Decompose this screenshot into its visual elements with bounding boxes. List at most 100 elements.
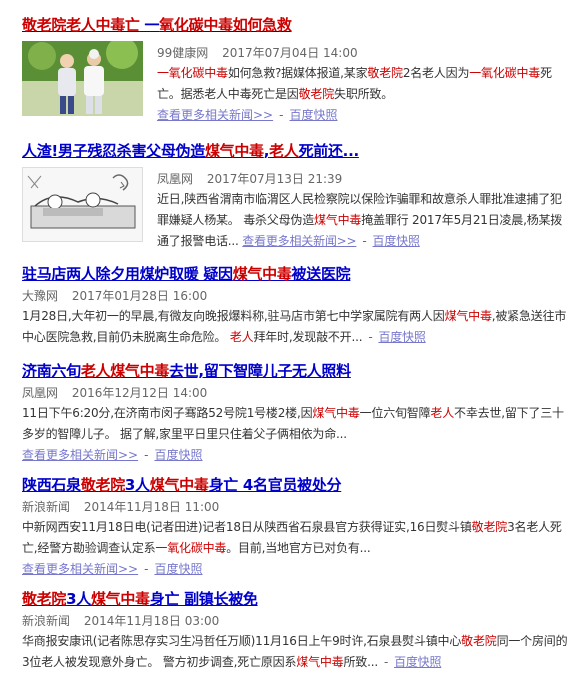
text-segment: 3人	[66, 590, 91, 608]
text-segment: 身亡 4名官员被处分	[208, 476, 342, 494]
result-thumbnail[interactable]	[22, 167, 143, 242]
separator: -	[362, 234, 367, 248]
result-source: 新浪新闻	[22, 500, 71, 514]
highlighted-keyword: 煤气中毒	[296, 655, 344, 669]
text-segment: 一位六旬智障	[359, 406, 431, 420]
text-segment: 拜年时,发现敲不开...	[253, 330, 363, 344]
text-segment: 死前还...	[298, 142, 360, 160]
snapshot-link[interactable]: 百度快照	[378, 330, 425, 344]
result-snippet: 近日,陕西省渭南市临渭区人民检察院以保险诈骗罪和故意杀人罪批准逮捕了犯罪嫌疑人杨…	[157, 189, 570, 252]
result-source: 新浪新闻	[22, 614, 71, 628]
result-date: 2017年07月04日 14:00	[222, 46, 358, 60]
result-meta: 新浪新闻 2014年11月18日 11:00	[22, 498, 570, 516]
more-news-link[interactable]: 查看更多相关新闻>>	[242, 234, 356, 248]
separator: -	[383, 655, 389, 669]
separator: -	[368, 330, 373, 344]
highlighted-keyword: 老人	[430, 406, 455, 420]
text-segment: 11日下午6:20分,在济南市闵子骞路52号院1号楼2楼,因	[22, 406, 313, 420]
text-segment: 济南六旬	[22, 362, 81, 380]
separator: -	[144, 448, 149, 462]
result-links: 查看更多相关新闻>> - 百度快照	[22, 445, 570, 465]
result-source: 99健康网	[157, 46, 209, 60]
highlighted-keyword: 敬老院	[22, 590, 67, 608]
snapshot-link[interactable]: 百度快照	[154, 562, 202, 576]
result-body: 凤凰网 2017年07月13日 21:39 近日,陕西省渭南市临渭区人民检察院以…	[22, 167, 570, 252]
text-segment: 失职所致。	[334, 87, 394, 101]
result-text: 凤凰网 2017年07月13日 21:39 近日,陕西省渭南市临渭区人民检察院以…	[157, 167, 570, 252]
highlighted-keyword: 敬老院	[471, 520, 508, 534]
cartoon-illustration-image	[23, 168, 142, 241]
text-segment: 。目前,当地官方已对负有...	[226, 541, 371, 555]
result-date: 2017年01月28日 16:00	[71, 289, 208, 303]
result-meta: 凤凰网 2017年07月13日 21:39	[157, 170, 570, 188]
text-segment: 1月28日,大年初一的早晨,有微友向晚报爆料称,驻马店市第七中学家属院有两人因	[22, 309, 445, 323]
separator: -	[144, 562, 149, 576]
more-news-link[interactable]: 查看更多相关新闻>>	[22, 562, 138, 576]
text-segment: 人渣!男子残忍杀害父母伪造	[22, 142, 205, 160]
highlighted-keyword: 敬老院	[298, 87, 335, 101]
result-source: 大豫网	[22, 289, 59, 303]
more-news-link[interactable]: 查看更多相关新闻>>	[22, 448, 138, 462]
result-title-link[interactable]: 陕西石泉敬老院3人煤气中毒身亡 4名官员被处分	[22, 474, 570, 495]
highlighted-keyword: 敬老院	[80, 476, 125, 494]
news-result: 驻马店两人除夕用煤炉取暖 疑因煤气中毒被送医院 大豫网 2017年01月28日 …	[22, 263, 570, 348]
result-snippet: 11日下午6:20分,在济南市闵子骞路52号院1号楼2楼,因煤气中毒一位六旬智障…	[22, 403, 570, 445]
result-date: 2014年11月18日 11:00	[83, 500, 220, 514]
result-title-link[interactable]: 人渣!男子残忍杀害父母伪造煤气中毒,老人死前还...	[22, 140, 570, 161]
text-segment: 去世,留下智障儿子无人照料	[169, 362, 351, 380]
snapshot-link[interactable]: 百度快照	[289, 108, 337, 122]
highlighted-keyword: 一氧化碳中毒	[155, 541, 227, 555]
highlighted-keyword: 煤气中毒	[312, 406, 360, 420]
text-segment: 2名老人因为	[402, 66, 470, 80]
elderly-couple-image	[22, 41, 143, 116]
snapshot-link[interactable]: 百度快照	[154, 448, 202, 462]
highlighted-keyword: 煤气中毒	[444, 309, 492, 323]
result-links: 查看更多相关新闻>> - 百度快照	[157, 105, 570, 125]
highlighted-keyword: 敬老院老人中毒亡	[22, 16, 140, 34]
highlighted-keyword: 煤气中毒	[232, 265, 292, 283]
result-links: 查看更多相关新闻>> - 百度快照	[22, 559, 570, 579]
text-segment: 身亡 副镇长被免	[149, 590, 258, 608]
text-segment: 驻马店两人除夕用煤炉取暖 疑因	[22, 265, 233, 283]
result-meta: 大豫网 2017年01月28日 16:00	[22, 287, 570, 305]
more-news-link[interactable]: 查看更多相关新闻>>	[157, 108, 273, 122]
result-title-link[interactable]: 敬老院老人中毒亡 一氧化碳中毒如何急救	[22, 14, 570, 35]
news-result: 人渣!男子残忍杀害父母伪造煤气中毒,老人死前还... 凤凰网 2017年07月1…	[22, 140, 570, 252]
result-text: 99健康网 2017年07月04日 14:00 一氧化碳中毒如何急救?据媒体报道…	[157, 41, 570, 125]
snapshot-link[interactable]: 百度快照	[394, 655, 441, 669]
result-source: 凤凰网	[157, 172, 194, 186]
text-segment: 3人	[124, 476, 150, 494]
text-segment: 华商报安康讯(记者陈思存实习生冯哲任万顺)11月16日上午9时许,石泉县熨斗镇中…	[22, 634, 462, 648]
highlighted-keyword: 敬老院	[367, 66, 403, 80]
result-meta: 新浪新闻 2014年11月18日 03:00	[22, 612, 570, 630]
highlighted-keyword: 煤气中毒	[149, 476, 209, 494]
result-meta: 99健康网 2017年07月04日 14:00	[157, 44, 570, 62]
separator: -	[279, 108, 284, 122]
result-meta: 凤凰网 2016年12月12日 14:00	[22, 384, 570, 402]
text-segment: 被送医院	[291, 265, 351, 283]
highlighted-keyword: 一氧化碳中毒	[469, 66, 541, 80]
result-date: 2014年11月18日 03:00	[83, 614, 220, 628]
news-result: 济南六旬老人煤气中毒去世,留下智障儿子无人照料 凤凰网 2016年12月12日 …	[22, 360, 570, 465]
highlighted-keyword: 一氧化碳中毒	[157, 66, 228, 80]
result-title-link[interactable]: 济南六旬老人煤气中毒去世,留下智障儿子无人照料	[22, 360, 570, 381]
highlighted-keyword: 敬老院	[461, 634, 497, 648]
result-thumbnail[interactable]	[22, 41, 143, 116]
news-result: 敬老院老人中毒亡 一氧化碳中毒如何急救 99健康网 2017年07月04日 14…	[22, 14, 570, 125]
result-title-link[interactable]: 驻马店两人除夕用煤炉取暖 疑因煤气中毒被送医院	[22, 263, 570, 284]
text-segment: 中新网西安11月18日电(记者田进)记者18日从陕西省石泉县官方获得证实,16日…	[22, 520, 472, 534]
result-snippet: 华商报安康讯(记者陈思存实习生冯哲任万顺)11月16日上午9时许,石泉县熨斗镇中…	[22, 631, 570, 673]
result-snippet: 1月28日,大年初一的早晨,有微友向晚报爆料称,驻马店市第七中学家属院有两人因煤…	[22, 306, 570, 348]
result-title-link[interactable]: 敬老院3人煤气中毒身亡 副镇长被免	[22, 588, 570, 609]
highlighted-keyword: 老人	[229, 330, 254, 344]
news-result: 敬老院3人煤气中毒身亡 副镇长被免 新浪新闻 2014年11月18日 03:00…	[22, 588, 570, 673]
text-segment: 一	[139, 16, 160, 34]
news-result: 陕西石泉敬老院3人煤气中毒身亡 4名官员被处分 新浪新闻 2014年11月18日…	[22, 474, 570, 579]
result-snippet: 中新网西安11月18日电(记者田进)记者18日从陕西省石泉县官方获得证实,16日…	[22, 517, 570, 559]
snippet-text: 华商报安康讯(记者陈思存实习生冯哲任万顺)11月16日上午9时许,石泉县熨斗镇中…	[22, 634, 568, 669]
result-body: 99健康网 2017年07月04日 14:00 一氧化碳中毒如何急救?据媒体报道…	[22, 41, 570, 125]
highlighted-keyword: 氧化碳中毒如何急救	[159, 16, 292, 34]
result-date: 2017年07月13日 21:39	[206, 172, 343, 186]
highlighted-keyword: 老人煤气中毒	[80, 362, 170, 380]
snapshot-link[interactable]: 百度快照	[373, 234, 420, 248]
